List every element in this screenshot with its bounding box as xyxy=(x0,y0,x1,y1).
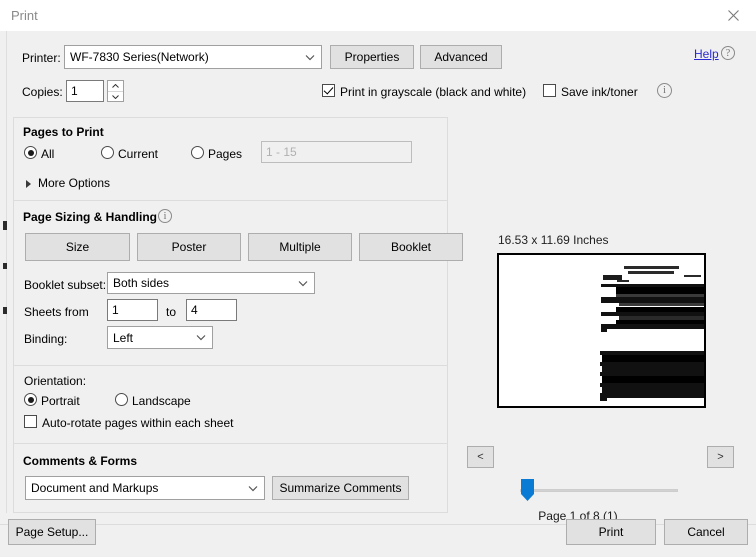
info-circle-icon[interactable]: i xyxy=(158,209,172,223)
booklet-subset-label: Booklet subset: xyxy=(24,278,107,292)
window-title: Print xyxy=(11,8,38,23)
page-slider-thumb[interactable] xyxy=(521,479,534,501)
copies-input[interactable]: 1 xyxy=(66,80,104,102)
dialog-body: Printer: WF-7830 Series(Network) Propert… xyxy=(0,31,756,557)
edge-artifact xyxy=(3,307,7,314)
booklet-subset-select[interactable]: Both sides xyxy=(107,272,315,294)
section-divider xyxy=(14,200,447,201)
sheets-to-input[interactable]: 4 xyxy=(186,299,237,321)
sheets-from-label: Sheets from xyxy=(24,305,89,319)
sheets-from-input[interactable]: 1 xyxy=(107,299,158,321)
booklet-subset-value: Both sides xyxy=(113,276,170,290)
chevron-down-icon[interactable] xyxy=(300,46,320,68)
radio-portrait-label: Portrait xyxy=(41,394,80,408)
binding-value: Left xyxy=(113,330,134,345)
properties-button[interactable]: Properties xyxy=(330,45,414,69)
chevron-down-icon[interactable] xyxy=(243,477,263,499)
score-block-bottom xyxy=(600,351,704,402)
spinner-down-icon[interactable] xyxy=(108,92,123,102)
chevron-down-icon[interactable] xyxy=(191,327,211,348)
page-range-placeholder: 1 - 15 xyxy=(266,145,297,159)
orientation-title: Orientation: xyxy=(24,374,87,388)
auto-rotate-label: Auto-rotate pages within each sheet xyxy=(42,416,234,430)
radio-current-label: Current xyxy=(118,147,159,161)
edge-artifact xyxy=(3,263,7,269)
page-preview xyxy=(497,253,706,408)
chevron-down-icon[interactable] xyxy=(293,273,313,293)
poster-button[interactable]: Poster xyxy=(137,233,241,261)
settings-panel: Pages to Print All Current Pages 1 - 15 … xyxy=(13,117,463,513)
grayscale-label: Print in grayscale (black and white) xyxy=(340,85,527,99)
booklet-button[interactable]: Booklet xyxy=(359,233,463,261)
radio-current[interactable] xyxy=(101,146,114,159)
radio-pages[interactable] xyxy=(191,146,204,159)
print-button[interactable]: Print xyxy=(566,519,656,545)
section-divider xyxy=(14,365,447,366)
page-setup-button[interactable]: Page Setup... xyxy=(8,519,96,545)
binding-select[interactable]: Left xyxy=(107,326,213,349)
printer-value: WF-7830 Series(Network) xyxy=(70,50,209,64)
radio-portrait[interactable] xyxy=(24,393,37,406)
close-icon[interactable] xyxy=(710,0,756,30)
multiple-button[interactable]: Multiple xyxy=(248,233,352,261)
window-edge xyxy=(6,31,7,513)
copies-stepper[interactable] xyxy=(107,80,124,102)
copies-label: Copies: xyxy=(22,85,63,99)
summarize-comments-button[interactable]: Summarize Comments xyxy=(272,476,409,500)
chevron-right-icon[interactable] xyxy=(26,180,31,188)
print-dialog: Print Printer: WF-7830 Series(Network) P… xyxy=(0,0,756,557)
radio-landscape-label: Landscape xyxy=(132,394,191,408)
page-slider-track[interactable] xyxy=(520,489,678,492)
cancel-button[interactable]: Cancel xyxy=(664,519,748,545)
page-range-input[interactable]: 1 - 15 xyxy=(261,141,412,163)
next-page-button[interactable]: > xyxy=(707,446,734,468)
radio-all-label: All xyxy=(41,147,55,161)
preview-size-text: 16.53 x 11.69 Inches xyxy=(498,233,609,247)
section-divider xyxy=(14,443,447,444)
save-ink-checkbox[interactable] xyxy=(543,84,556,97)
printer-select[interactable]: WF-7830 Series(Network) xyxy=(64,45,322,69)
pages-to-print-title: Pages to Print xyxy=(23,125,104,139)
sheets-to-value: 4 xyxy=(191,303,198,317)
edge-artifact xyxy=(3,221,7,230)
help-link[interactable]: Help xyxy=(694,47,719,61)
prev-page-button[interactable]: < xyxy=(467,446,494,468)
size-button[interactable]: Size xyxy=(25,233,130,261)
printer-label: Printer: xyxy=(22,51,61,65)
radio-landscape[interactable] xyxy=(115,393,128,406)
comments-forms-title: Comments & Forms xyxy=(23,454,138,468)
comments-forms-value: Document and Markups xyxy=(31,481,159,495)
auto-rotate-checkbox[interactable] xyxy=(24,415,37,428)
radio-all[interactable] xyxy=(24,146,37,159)
score-block-top xyxy=(601,266,704,332)
more-options-label[interactable]: More Options xyxy=(38,176,110,190)
title-bar: Print xyxy=(0,0,756,32)
save-ink-label: Save ink/toner xyxy=(561,85,638,99)
copies-value: 1 xyxy=(71,84,78,98)
advanced-button[interactable]: Advanced xyxy=(420,45,502,69)
sheets-from-value: 1 xyxy=(112,303,119,317)
page-sizing-title: Page Sizing & Handling xyxy=(23,210,158,224)
radio-pages-label: Pages xyxy=(208,147,243,161)
spinner-up-icon[interactable] xyxy=(108,81,123,92)
sheets-to-label: to xyxy=(166,305,177,319)
grayscale-checkbox[interactable] xyxy=(322,84,335,97)
binding-label: Binding: xyxy=(24,332,68,346)
question-circle-icon[interactable]: ? xyxy=(721,46,735,60)
info-circle-icon[interactable]: i xyxy=(657,83,672,98)
comments-forms-select[interactable]: Document and Markups xyxy=(25,476,265,500)
